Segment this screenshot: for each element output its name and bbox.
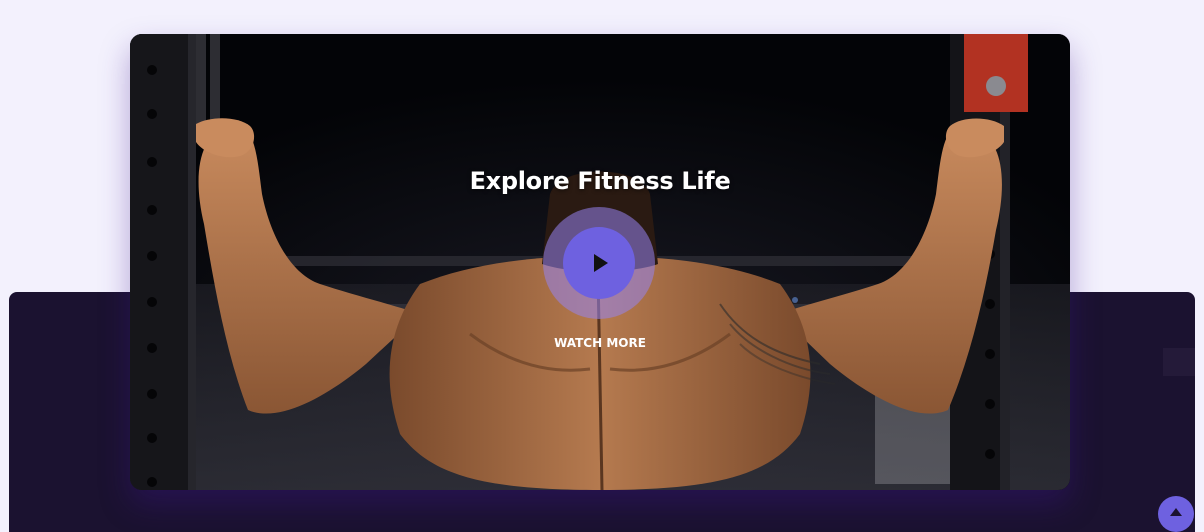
- scroll-to-top-button[interactable]: [1158, 496, 1194, 532]
- video-banner: Explore Fitness Life WATCH MORE: [130, 34, 1070, 490]
- watch-more-wrapper: WATCH MORE: [130, 336, 1070, 350]
- watch-more-link[interactable]: WATCH MORE: [554, 336, 646, 350]
- video-title: Explore Fitness Life: [469, 167, 731, 195]
- decorative-block: [1163, 348, 1195, 376]
- play-video-button[interactable]: [563, 227, 635, 299]
- arrow-up-icon: [1170, 508, 1182, 516]
- play-icon: [594, 254, 608, 272]
